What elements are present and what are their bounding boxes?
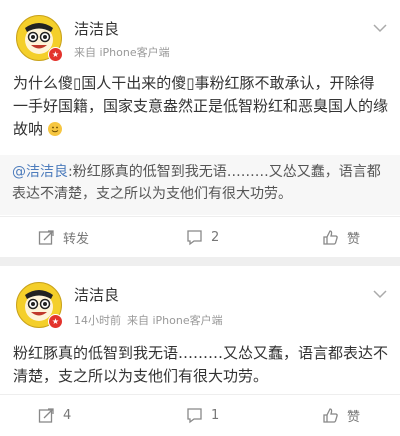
- comment-count: 2: [211, 229, 220, 245]
- action-bar: 转发 2 赞: [0, 216, 400, 257]
- post-meta: 来自 iPhone客户端: [74, 44, 176, 60]
- comment-icon: [187, 229, 202, 245]
- like-label: 赞: [347, 409, 361, 425]
- like-label: 赞: [347, 231, 361, 247]
- author-name[interactable]: 洁洁良: [74, 284, 119, 305]
- verified-badge-icon: ★: [48, 47, 63, 62]
- comment-button[interactable]: 1: [186, 395, 219, 435]
- comment-button[interactable]: 2: [186, 217, 219, 257]
- comment-count: 1: [211, 407, 220, 423]
- like-icon: [323, 407, 338, 423]
- repost-button[interactable]: 转发: [38, 217, 89, 257]
- repost-icon: [38, 407, 54, 423]
- quote-mention[interactable]: @洁洁良: [12, 164, 68, 180]
- post-meta: 14小时前 来自 iPhone客户端: [74, 312, 229, 328]
- quoted-post-text: @洁洁良:粉红豚真的低智到我无语………又怂又蠢，语言都表达不清楚，支之所以为支他…: [12, 161, 390, 205]
- repost-count: 4: [63, 407, 72, 423]
- verified-badge-icon: ★: [48, 314, 63, 329]
- post-body-text: 为什么傻▯国人干出来的傻▯事粉红豚不敢承认，开除得一手好国籍，国家支意盎然正是低…: [13, 74, 389, 138]
- quoted-post[interactable]: @洁洁良:粉红豚真的低智到我无语………又怂又蠢，语言都表达不清楚，支之所以为支他…: [0, 155, 400, 215]
- post-body: 粉红豚真的低智到我无语………又怂又蠢，语言都表达不清楚，支之所以为支他们有很大功…: [13, 344, 389, 385]
- post-source: 来自 iPhone客户端: [74, 46, 170, 59]
- chevron-down-icon[interactable]: [372, 22, 388, 34]
- post-source: 来自 iPhone客户端: [127, 314, 223, 327]
- feed-divider: [0, 257, 400, 266]
- quote-body: :粉红豚真的低智到我无语………又怂又蠢，语言都表达不清楚，支之所以为支他们有很大…: [12, 164, 381, 202]
- comment-icon: [187, 407, 202, 423]
- like-icon: [323, 229, 338, 245]
- repost-icon: [38, 229, 54, 245]
- weibo-post-2: ★ 洁洁良 14小时前 来自 iPhone客户端 粉红豚真的低智到我无语………又怂…: [0, 266, 400, 436]
- chevron-down-icon[interactable]: [372, 288, 388, 300]
- author-name[interactable]: 洁洁良: [74, 18, 119, 39]
- weibo-post-1: ★ 洁洁良 来自 iPhone客户端 为什么傻▯国人干出来的傻▯事粉红豚不敢承认…: [0, 0, 400, 257]
- like-button[interactable]: 赞: [322, 217, 360, 257]
- repost-label: 转发: [63, 231, 90, 247]
- post-body: 为什么傻▯国人干出来的傻▯事粉红豚不敢承认，开除得一手好国籍，国家支意盎然正是低…: [13, 72, 388, 141]
- like-button[interactable]: 赞: [322, 395, 360, 435]
- post-time: 14小时前: [74, 314, 121, 327]
- action-bar: 4 1 赞: [0, 394, 400, 435]
- repost-button[interactable]: 4: [38, 395, 71, 435]
- smile-emoji-icon: [47, 122, 62, 136]
